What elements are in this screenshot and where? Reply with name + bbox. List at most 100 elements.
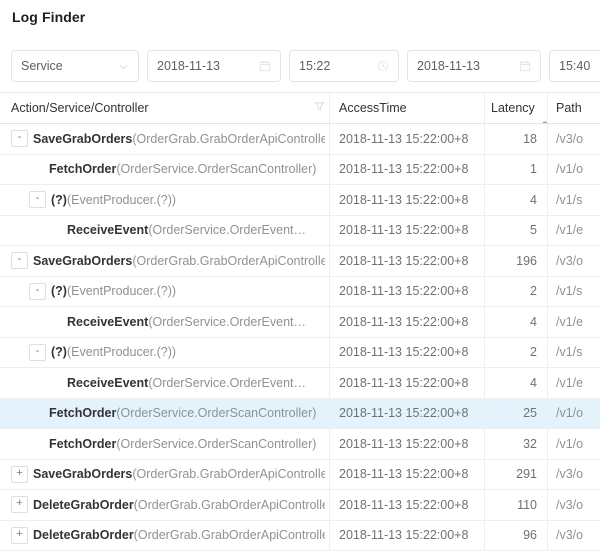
column-header-latency[interactable]: Latency <box>485 93 548 123</box>
service-select[interactable]: Service <box>11 50 139 82</box>
action-label: ReceiveEvent(OrderService.OrderEvent… <box>67 223 306 238</box>
accesstime-value: 2018-11-13 15:22:00+8 <box>339 284 469 299</box>
cell-action: FetchOrder(OrderService.OrderScanControl… <box>0 154 330 184</box>
cell-action: - SaveGrabOrders(OrderGrab.GrabOrderApiCo… <box>0 246 330 276</box>
cell-path: /v3/o <box>548 124 600 154</box>
cell-path: /v3/o <box>548 521 600 551</box>
cell-accesstime: 2018-11-13 15:22:00+8 <box>330 124 485 154</box>
cell-action: + DeleteGrabOrder(OrderGrab.GrabOrderApiC… <box>0 520 330 550</box>
action-label: ReceiveEvent(OrderService.OrderEvent… <box>67 375 306 390</box>
path-value: /v1/e <box>556 314 584 329</box>
cell-path: /v1/e <box>548 216 600 246</box>
path-value: /v3/o <box>556 467 584 482</box>
cell-action: ReceiveEvent(OrderService.OrderEvent… <box>0 215 330 245</box>
accesstime-value: 2018-11-13 15:22:00+8 <box>339 162 469 177</box>
cell-accesstime: 2018-11-13 15:22:00+8 <box>330 276 485 306</box>
cell-action: + SaveGrabOrders(OrderGrab.GrabOrderApiCo… <box>0 459 330 489</box>
cell-action: FetchOrder(OrderService.OrderScanControl… <box>0 429 330 459</box>
cell-accesstime: 2018-11-13 15:22:00+8 <box>330 307 485 337</box>
action-label: ReceiveEvent(OrderService.OrderEvent… <box>67 314 306 329</box>
accesstime-value: 2018-11-13 15:22:00+8 <box>339 253 469 268</box>
action-label: (?)(EventProducer.(?)) <box>51 345 177 360</box>
cell-action: - (?)(EventProducer.(?)) <box>0 337 330 367</box>
cell-action: + DeleteGrabOrder(OrderGrab.GrabOrderApiC… <box>0 490 330 520</box>
accesstime-value: 2018-11-13 15:22:00+8 <box>339 375 469 390</box>
accesstime-value: 2018-11-13 15:22:00+8 <box>339 131 469 146</box>
table-row[interactable]: + DeleteGrabOrder(OrderGrab.GrabOrderApiC… <box>0 490 600 521</box>
start-date-input[interactable]: 2018-11-13 <box>147 50 281 82</box>
table-row[interactable]: ReceiveEvent(OrderService.OrderEvent… 201… <box>0 307 600 338</box>
action-label: (?)(EventProducer.(?)) <box>51 284 177 299</box>
table-row[interactable]: - (?)(EventProducer.(?)) 2018-11-13 15:22:… <box>0 185 600 216</box>
cell-latency: 32 <box>485 429 548 459</box>
end-date-input[interactable]: 2018-11-13 <box>407 50 541 82</box>
latency-value: 291 <box>516 467 537 482</box>
path-value: /v1/e <box>556 375 584 390</box>
cell-latency: 5 <box>485 215 548 245</box>
column-header-path[interactable]: Path <box>548 93 600 123</box>
cell-latency: 4 <box>485 307 548 337</box>
collapse-toggle-icon[interactable]: - <box>29 343 46 361</box>
sort-indicator-icon[interactable] <box>542 116 547 123</box>
accesstime-value: 2018-11-13 15:22:00+8 <box>339 497 469 512</box>
table-row[interactable]: - SaveGrabOrders(OrderGrab.GrabOrderApiCo… <box>0 246 600 277</box>
cell-accesstime: 2018-11-13 15:22:00+8 <box>330 429 485 459</box>
table-row[interactable]: - SaveGrabOrders(OrderGrab.GrabOrderApiCo… <box>0 124 600 155</box>
collapse-toggle-icon[interactable]: - <box>29 191 46 209</box>
start-date-value: 2018-11-13 <box>157 59 221 73</box>
path-value: /v1/s <box>556 192 583 207</box>
cell-accesstime: 2018-11-13 15:22:00+8 <box>330 246 485 276</box>
expand-toggle-icon[interactable]: + <box>11 496 28 514</box>
collapse-toggle-icon[interactable]: - <box>11 252 28 270</box>
accesstime-value: 2018-11-13 15:22:00+8 <box>339 467 469 482</box>
start-time-input[interactable]: 15:22 <box>289 50 399 82</box>
path-value: /v1/o <box>556 162 584 177</box>
path-value: /v3/o <box>556 253 584 268</box>
cell-accesstime: 2018-11-13 15:22:00+8 <box>330 154 485 184</box>
clock-icon <box>377 60 389 72</box>
start-time-value: 15:22 <box>299 59 331 73</box>
cell-latency: 18 <box>485 124 548 154</box>
table-row[interactable]: - (?)(EventProducer.(?)) 2018-11-13 15:22:… <box>0 337 600 368</box>
latency-value: 18 <box>523 131 537 146</box>
table-row[interactable]: + SaveGrabOrders(OrderGrab.GrabOrderApiCo… <box>0 459 600 490</box>
collapse-toggle-icon[interactable]: - <box>11 130 28 148</box>
cell-latency: 4 <box>485 368 548 398</box>
cell-accesstime: 2018-11-13 15:22:00+8 <box>330 459 485 489</box>
action-label: FetchOrder(OrderService.OrderScanControl… <box>49 162 317 177</box>
table-row[interactable]: FetchOrder(OrderService.OrderScanControl… <box>0 398 600 429</box>
cell-accesstime: 2018-11-13 15:22:00+8 <box>330 337 485 367</box>
column-header-action[interactable]: Action/Service/Controller <box>0 93 330 123</box>
path-value: /v1/s <box>556 284 583 299</box>
table-row[interactable]: FetchOrder(OrderService.OrderScanControl… <box>0 429 600 460</box>
filter-funnel-icon[interactable] <box>535 101 547 115</box>
table-row[interactable]: - (?)(EventProducer.(?)) 2018-11-13 15:22:… <box>0 276 600 307</box>
cell-path: /v1/o <box>548 399 600 429</box>
cell-path: /v3/o <box>548 460 600 490</box>
table-row[interactable]: + DeleteGrabOrder(OrderGrab.GrabOrderApiC… <box>0 520 600 551</box>
page-title: Log Finder <box>12 9 86 25</box>
accesstime-value: 2018-11-13 15:22:00+8 <box>339 223 469 238</box>
table-row[interactable]: ReceiveEvent(OrderService.OrderEvent… 201… <box>0 368 600 399</box>
path-value: /v1/o <box>556 406 584 421</box>
collapse-toggle-icon[interactable]: - <box>29 282 46 300</box>
cell-accesstime: 2018-11-13 15:22:00+8 <box>330 398 485 428</box>
latency-value: 4 <box>530 192 537 207</box>
table-row[interactable]: FetchOrder(OrderService.OrderScanControl… <box>0 154 600 185</box>
accesstime-value: 2018-11-13 15:22:00+8 <box>339 528 469 543</box>
end-time-input[interactable]: 15:40 <box>549 50 600 82</box>
column-header-accesstime[interactable]: AccessTime <box>330 93 485 123</box>
cell-path: /v1/o <box>548 155 600 185</box>
cell-latency: 25 <box>485 398 548 428</box>
expand-toggle-icon[interactable]: + <box>11 465 28 483</box>
table-row[interactable]: ReceiveEvent(OrderService.OrderEvent… 201… <box>0 215 600 246</box>
cell-path: /v1/s <box>548 277 600 307</box>
expand-toggle-icon[interactable]: + <box>11 526 28 544</box>
chevron-down-icon <box>118 61 129 72</box>
column-header-latency-label: Latency <box>491 101 535 115</box>
cell-latency: 110 <box>485 490 548 520</box>
latency-value: 96 <box>523 528 537 543</box>
action-label: SaveGrabOrders(OrderGrab.GrabOrderApiCon… <box>33 253 325 268</box>
action-label: (?)(EventProducer.(?)) <box>51 192 177 207</box>
filter-funnel-icon[interactable] <box>314 101 325 115</box>
